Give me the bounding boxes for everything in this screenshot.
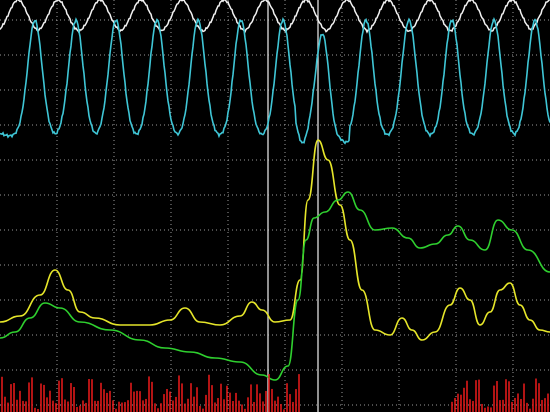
trace-2-line — [0, 17, 550, 145]
trace-1-line — [0, 0, 550, 35]
trace-plot-area — [0, 0, 550, 412]
trace-3-line — [0, 139, 550, 341]
trace-4-line — [0, 191, 550, 381]
signal-monitor-display — [0, 0, 550, 412]
trace-layer — [0, 0, 550, 412]
